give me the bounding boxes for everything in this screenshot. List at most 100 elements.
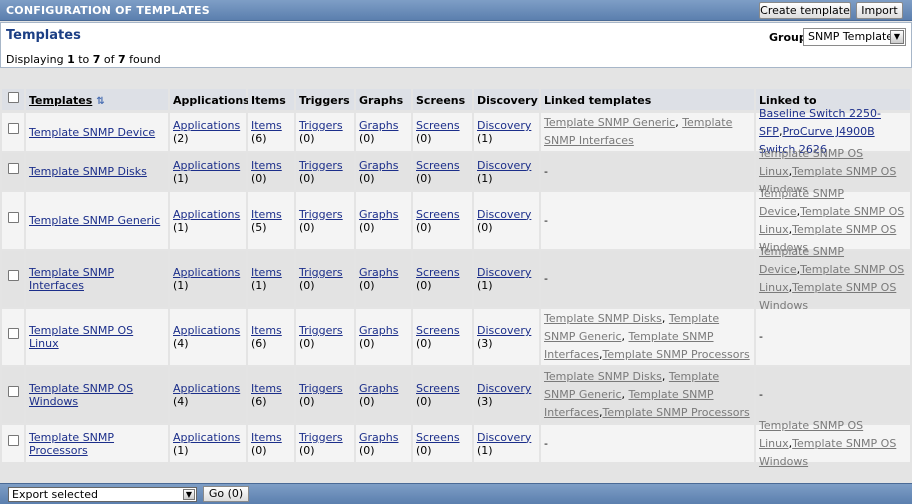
- screens-link[interactable]: Screens: [416, 119, 460, 132]
- linked-template-link[interactable]: Template SNMP Disks: [544, 312, 662, 325]
- template-name-link[interactable]: Template SNMP Generic: [29, 214, 160, 227]
- applications-link[interactable]: Applications: [173, 382, 240, 395]
- applications-link[interactable]: Applications: [173, 324, 240, 337]
- screens-link[interactable]: Screens: [416, 431, 460, 444]
- triggers-cell-content: Triggers (0): [299, 208, 351, 234]
- row-checkbox[interactable]: [8, 328, 19, 339]
- items-link[interactable]: Items: [251, 266, 282, 279]
- linked-template-link[interactable]: Template SNMP Processors: [602, 406, 749, 419]
- triggers-link[interactable]: Triggers: [299, 382, 343, 395]
- empty-dash: -: [759, 388, 763, 401]
- triggers-link[interactable]: Triggers: [299, 431, 343, 444]
- group-select[interactable]: SNMP Templates ▼: [803, 28, 906, 46]
- table-cell: Graphs (0): [356, 425, 411, 462]
- discovery-link[interactable]: Discovery: [477, 159, 531, 172]
- table-cell: -: [541, 192, 754, 249]
- screens-count: (0): [416, 395, 432, 408]
- row-checkbox[interactable]: [8, 270, 19, 281]
- column-header-label[interactable]: Templates: [29, 94, 92, 107]
- table-cell: Discovery (1): [474, 425, 539, 462]
- table-cell: Template SNMP Disks, Template SNMP Gener…: [541, 367, 754, 423]
- items-count: (1): [251, 279, 267, 292]
- applications-link[interactable]: Applications: [173, 431, 240, 444]
- applications-link[interactable]: Applications: [173, 159, 240, 172]
- import-button[interactable]: Import: [856, 2, 903, 19]
- screens-cell-content: Screens (0): [416, 431, 469, 457]
- triggers-cell-content: Triggers (0): [299, 324, 351, 350]
- applications-link[interactable]: Applications: [173, 208, 240, 221]
- select-all-checkbox[interactable]: [8, 92, 19, 103]
- items-link[interactable]: Items: [251, 119, 282, 132]
- discovery-cell-content: Discovery (0): [477, 208, 536, 234]
- graphs-link[interactable]: Graphs: [359, 382, 398, 395]
- graphs-link[interactable]: Graphs: [359, 208, 398, 221]
- applications-count: (1): [173, 171, 189, 185]
- items-link[interactable]: Items: [251, 324, 282, 337]
- triggers-link[interactable]: Triggers: [299, 119, 343, 132]
- table-cell: Template SNMP Device,Template SNMP OS Li…: [756, 245, 910, 312]
- template-name-link[interactable]: Template SNMP OS Windows: [29, 382, 165, 408]
- table-cell: Triggers (0): [296, 153, 354, 190]
- graphs-link[interactable]: Graphs: [359, 119, 398, 132]
- discovery-link[interactable]: Discovery: [477, 382, 531, 395]
- applications-cell-content: Applications (1): [173, 266, 243, 292]
- template-name-link[interactable]: Template SNMP Processors: [29, 431, 165, 457]
- linked-template-link[interactable]: Template SNMP Generic: [544, 116, 675, 129]
- graphs-link[interactable]: Graphs: [359, 324, 398, 337]
- graphs-link[interactable]: Graphs: [359, 266, 398, 279]
- table-cell: Discovery (1): [474, 251, 539, 307]
- linked_templates-list: Template SNMP Disks, Template SNMP Gener…: [544, 310, 751, 364]
- screens-count: (0): [416, 171, 432, 185]
- row-checkbox[interactable]: [8, 163, 19, 174]
- discovery-link[interactable]: Discovery: [477, 119, 531, 132]
- screens-link[interactable]: Screens: [416, 208, 460, 221]
- row-checkbox[interactable]: [8, 123, 19, 134]
- items-link[interactable]: Items: [251, 431, 282, 444]
- table-cell: Graphs (0): [356, 367, 411, 423]
- template-name-link[interactable]: Template SNMP OS Linux: [29, 324, 165, 350]
- graphs-link[interactable]: Graphs: [359, 431, 398, 444]
- table-cell: -: [541, 153, 754, 190]
- row-checkbox[interactable]: [8, 386, 19, 397]
- triggers-link[interactable]: Triggers: [299, 324, 343, 337]
- sort-asc-icon: ⇅: [96, 96, 105, 107]
- discovery-link[interactable]: Discovery: [477, 208, 531, 221]
- group-label: Group: [769, 31, 807, 44]
- discovery-link[interactable]: Discovery: [477, 324, 531, 337]
- linked_to-list: Template SNMP OS Linux,Template SNMP OS …: [759, 417, 907, 471]
- applications-count: (4): [173, 395, 189, 408]
- screens-link[interactable]: Screens: [416, 266, 460, 279]
- triggers-link[interactable]: Triggers: [299, 266, 343, 279]
- screens-count: (0): [416, 220, 432, 234]
- mass-action-select[interactable]: Export selected ▼: [8, 487, 197, 502]
- template-name-link[interactable]: Template SNMP Device: [29, 126, 155, 139]
- create-template-button[interactable]: Create template: [759, 2, 851, 19]
- template-name-link[interactable]: Template SNMP Disks: [29, 165, 147, 178]
- screens-link[interactable]: Screens: [416, 324, 460, 337]
- triggers-cell-content: Triggers (0): [299, 382, 351, 408]
- items-link[interactable]: Items: [251, 382, 282, 395]
- template-name-link[interactable]: Template SNMP Interfaces: [29, 266, 165, 292]
- row-checkbox[interactable]: [8, 435, 19, 446]
- table-cell: Screens (0): [413, 192, 472, 249]
- linked-template-link[interactable]: Template SNMP Processors: [602, 348, 749, 361]
- screens-link[interactable]: Screens: [416, 159, 460, 172]
- discovery-link[interactable]: Discovery: [477, 266, 531, 279]
- applications-link[interactable]: Applications: [173, 266, 240, 279]
- linked-template-link[interactable]: Template SNMP Disks: [544, 370, 662, 383]
- go-button[interactable]: Go (0): [203, 486, 249, 502]
- triggers-link[interactable]: Triggers: [299, 208, 343, 221]
- applications-cell-content: Applications (1): [173, 159, 243, 185]
- row-checkbox[interactable]: [8, 212, 19, 223]
- column-header-1: Applications: [170, 89, 250, 110]
- discovery-link[interactable]: Discovery: [477, 431, 531, 444]
- triggers-link[interactable]: Triggers: [299, 159, 343, 172]
- table-cell: Applications (1): [170, 251, 246, 307]
- graphs-link[interactable]: Graphs: [359, 159, 398, 172]
- items-link[interactable]: Items: [251, 159, 282, 172]
- items-link[interactable]: Items: [251, 208, 282, 221]
- applications-link[interactable]: Applications: [173, 119, 240, 132]
- table-cell: -: [756, 367, 910, 423]
- applications-count: (1): [173, 220, 189, 234]
- screens-link[interactable]: Screens: [416, 382, 460, 395]
